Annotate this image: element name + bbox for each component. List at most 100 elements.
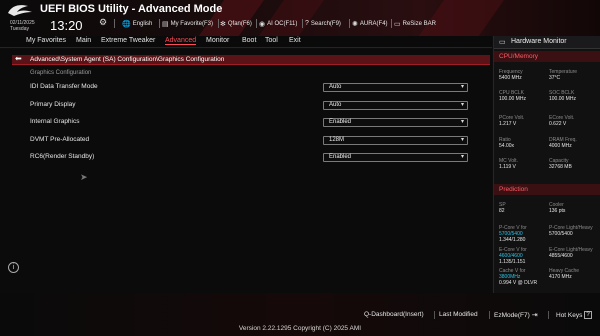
bios-screen: UEFI BIOS Utility - Advanced Mode 02/11/… bbox=[0, 0, 600, 336]
main-menu: My Favorites Main Extreme Tweaker Advanc… bbox=[0, 36, 492, 48]
hot-keys-button[interactable]: Hot Keys ? bbox=[556, 311, 592, 319]
menu-advanced[interactable]: Advanced bbox=[165, 37, 197, 45]
divider bbox=[159, 19, 160, 28]
version-text: Version 2.22.1295 Copyright (C) 2025 AMI bbox=[238, 325, 362, 332]
help-icon: ? bbox=[305, 20, 309, 27]
q-dashboard-button[interactable]: Q-Dashboard(Insert) bbox=[364, 311, 424, 318]
header-bar: UEFI BIOS Utility - Advanced Mode 02/11/… bbox=[0, 0, 600, 36]
qfan-button[interactable]: ✻ Qfan(F6) bbox=[220, 20, 252, 28]
app-title: UEFI BIOS Utility - Advanced Mode bbox=[40, 3, 223, 15]
search-label: Search(F9) bbox=[310, 20, 341, 27]
rc6-render-standby-select[interactable]: Enabled ▾ bbox=[323, 153, 468, 162]
select-value: Enabled bbox=[329, 154, 352, 160]
hw-pcore-v-for: P-Core V for 5700/5400 1.344/1.280 bbox=[499, 225, 527, 243]
hw-pcore-light-heavy: P-Core Light/Heavy 5700/5400 bbox=[549, 225, 593, 237]
menu-boot[interactable]: Boot bbox=[242, 37, 256, 44]
menu-monitor[interactable]: Monitor bbox=[206, 37, 229, 44]
mouse-cursor-icon: ➤ bbox=[80, 172, 88, 182]
ezmode-label: EzMode(F7) bbox=[494, 311, 530, 319]
cpu-memory-title: CPU/Memory bbox=[499, 53, 539, 60]
select-value: Enabled bbox=[329, 119, 352, 125]
aura-label: AURA(F4) bbox=[359, 21, 388, 27]
breadcrumb-text: Advanced\System Agent (SA) Configuration… bbox=[30, 56, 225, 63]
q-dashboard-label: Q-Dashboard(Insert) bbox=[364, 311, 424, 318]
aura-button[interactable]: ✺ AURA(F4) bbox=[352, 20, 388, 28]
qfan-label: Qfan(F6) bbox=[227, 21, 252, 27]
setting-label-rc6-render-standby: RC6(Render Standby) bbox=[30, 153, 95, 160]
hw-value: 100.00 MHz bbox=[549, 96, 576, 102]
hw-value: 4170 MHz bbox=[549, 274, 572, 280]
hw-cooler: Cooler 136 pts bbox=[549, 202, 565, 214]
hw-frequency: Frequency 5400 MHz bbox=[499, 69, 523, 81]
hw-ecore-light-heavy: E-Core Light/Heavy 4855/4600 bbox=[549, 247, 593, 259]
setting-label-primary-display: Primary Display bbox=[30, 101, 76, 108]
header-decoration bbox=[408, 0, 512, 36]
search-button[interactable]: ? Search(F9) bbox=[305, 20, 341, 27]
menu-main[interactable]: Main bbox=[76, 37, 91, 44]
gear-icon[interactable]: ⚙ bbox=[99, 17, 107, 28]
breadcrumb[interactable]: ⬅ Advanced\System Agent (SA) Configurati… bbox=[12, 54, 490, 65]
resize-bar-button[interactable]: ▭ ReSize BAR bbox=[394, 20, 436, 28]
hot-keys-label: Hot Keys bbox=[556, 311, 583, 319]
menu-extreme-tweaker[interactable]: Extreme Tweaker bbox=[101, 37, 155, 44]
last-modified-label: Last Modified bbox=[439, 311, 478, 318]
menu-my-favorites[interactable]: My Favorites bbox=[26, 37, 66, 44]
dvmt-pre-allocated-select[interactable]: 128M ▾ bbox=[323, 136, 468, 145]
chevron-down-icon: ▾ bbox=[460, 137, 464, 143]
hardware-monitor-panel: ▭ Hardware Monitor CPU/Memory Frequency … bbox=[493, 36, 600, 293]
select-value: Auto bbox=[329, 102, 342, 108]
divider bbox=[489, 311, 490, 319]
hw-mc-volt: MC Volt. 1.119 V bbox=[499, 158, 518, 170]
hw-cache-v-for: Cache V for 3800MHz 0.994 V @ DLVR bbox=[499, 268, 537, 286]
rog-logo-icon bbox=[8, 5, 32, 16]
aura-icon: ✺ bbox=[352, 21, 358, 28]
language-button[interactable]: 🌐 English bbox=[122, 20, 152, 28]
divider bbox=[391, 19, 392, 28]
ai-icon: ◉ bbox=[259, 21, 266, 28]
cpu-memory-section: CPU/Memory bbox=[494, 51, 600, 62]
fan-icon: ✻ bbox=[220, 21, 226, 28]
hw-value: 32768 MB bbox=[549, 164, 572, 170]
divider bbox=[548, 311, 549, 319]
globe-icon: 🌐 bbox=[122, 21, 131, 28]
ezmode-button[interactable]: EzMode(F7) ⇥ bbox=[494, 311, 538, 320]
hw-value: 136 pts bbox=[549, 208, 566, 214]
setting-label-internal-graphics: Internal Graphics bbox=[30, 118, 80, 125]
setting-label-dvmt-pre-allocated: DVMT Pre-Allocated bbox=[30, 136, 90, 143]
ai-oc-button[interactable]: ◉ AI OC(F11) bbox=[259, 20, 297, 28]
back-arrow-icon[interactable]: ⬅ bbox=[15, 54, 22, 63]
hw-ratio: Ratio 54.00x bbox=[499, 137, 514, 149]
divider bbox=[434, 311, 435, 319]
menu-exit[interactable]: Exit bbox=[289, 37, 301, 44]
hw-value: 5400 MHz bbox=[499, 75, 522, 81]
last-modified-button[interactable]: Last Modified bbox=[439, 311, 478, 318]
hw-value: 1.135/1.151 bbox=[499, 259, 526, 265]
hw-temperature: Temperature 37°C bbox=[549, 69, 577, 81]
chevron-down-icon: ▾ bbox=[460, 84, 464, 90]
primary-display-select[interactable]: Auto ▾ bbox=[323, 101, 468, 110]
monitor-icon: ▭ bbox=[499, 39, 506, 46]
my-favorite-label: My Favorite(F3) bbox=[170, 21, 213, 27]
hw-value: 0.994 V @ DLVR bbox=[499, 280, 538, 286]
hw-ecore-volt: ECore Volt. 0.622 V bbox=[549, 115, 574, 127]
hw-value: 4855/4600 bbox=[549, 253, 573, 259]
hw-value: 54.00x bbox=[499, 143, 515, 149]
ezmode-icon: ⇥ bbox=[531, 312, 538, 319]
internal-graphics-select[interactable]: Enabled ▾ bbox=[323, 118, 468, 127]
select-value: Auto bbox=[329, 84, 342, 90]
language-label: English bbox=[132, 21, 153, 27]
menu-tool[interactable]: Tool bbox=[265, 37, 278, 44]
setting-label-idi-data-transfer-mode: IDI Data Transfer Mode bbox=[30, 83, 98, 90]
idi-data-transfer-mode-select[interactable]: Auto ▾ bbox=[323, 83, 468, 92]
section-title: Graphics Configuration bbox=[30, 70, 92, 76]
hw-sp: SP 82 bbox=[499, 202, 506, 214]
resize-icon: ▭ bbox=[394, 21, 401, 28]
divider bbox=[349, 19, 350, 28]
day-text: Tuesday bbox=[10, 26, 29, 32]
hw-capacity: Capacity 32768 MB bbox=[549, 158, 572, 170]
hw-value: 37°C bbox=[549, 75, 561, 81]
time-display[interactable]: 13:20 bbox=[50, 18, 83, 33]
hw-value: 1.344/1.280 bbox=[499, 237, 526, 243]
ai-oc-label: AI OC(F11) bbox=[267, 21, 298, 27]
my-favorite-button[interactable]: ▤ My Favorite(F3) bbox=[162, 20, 213, 28]
